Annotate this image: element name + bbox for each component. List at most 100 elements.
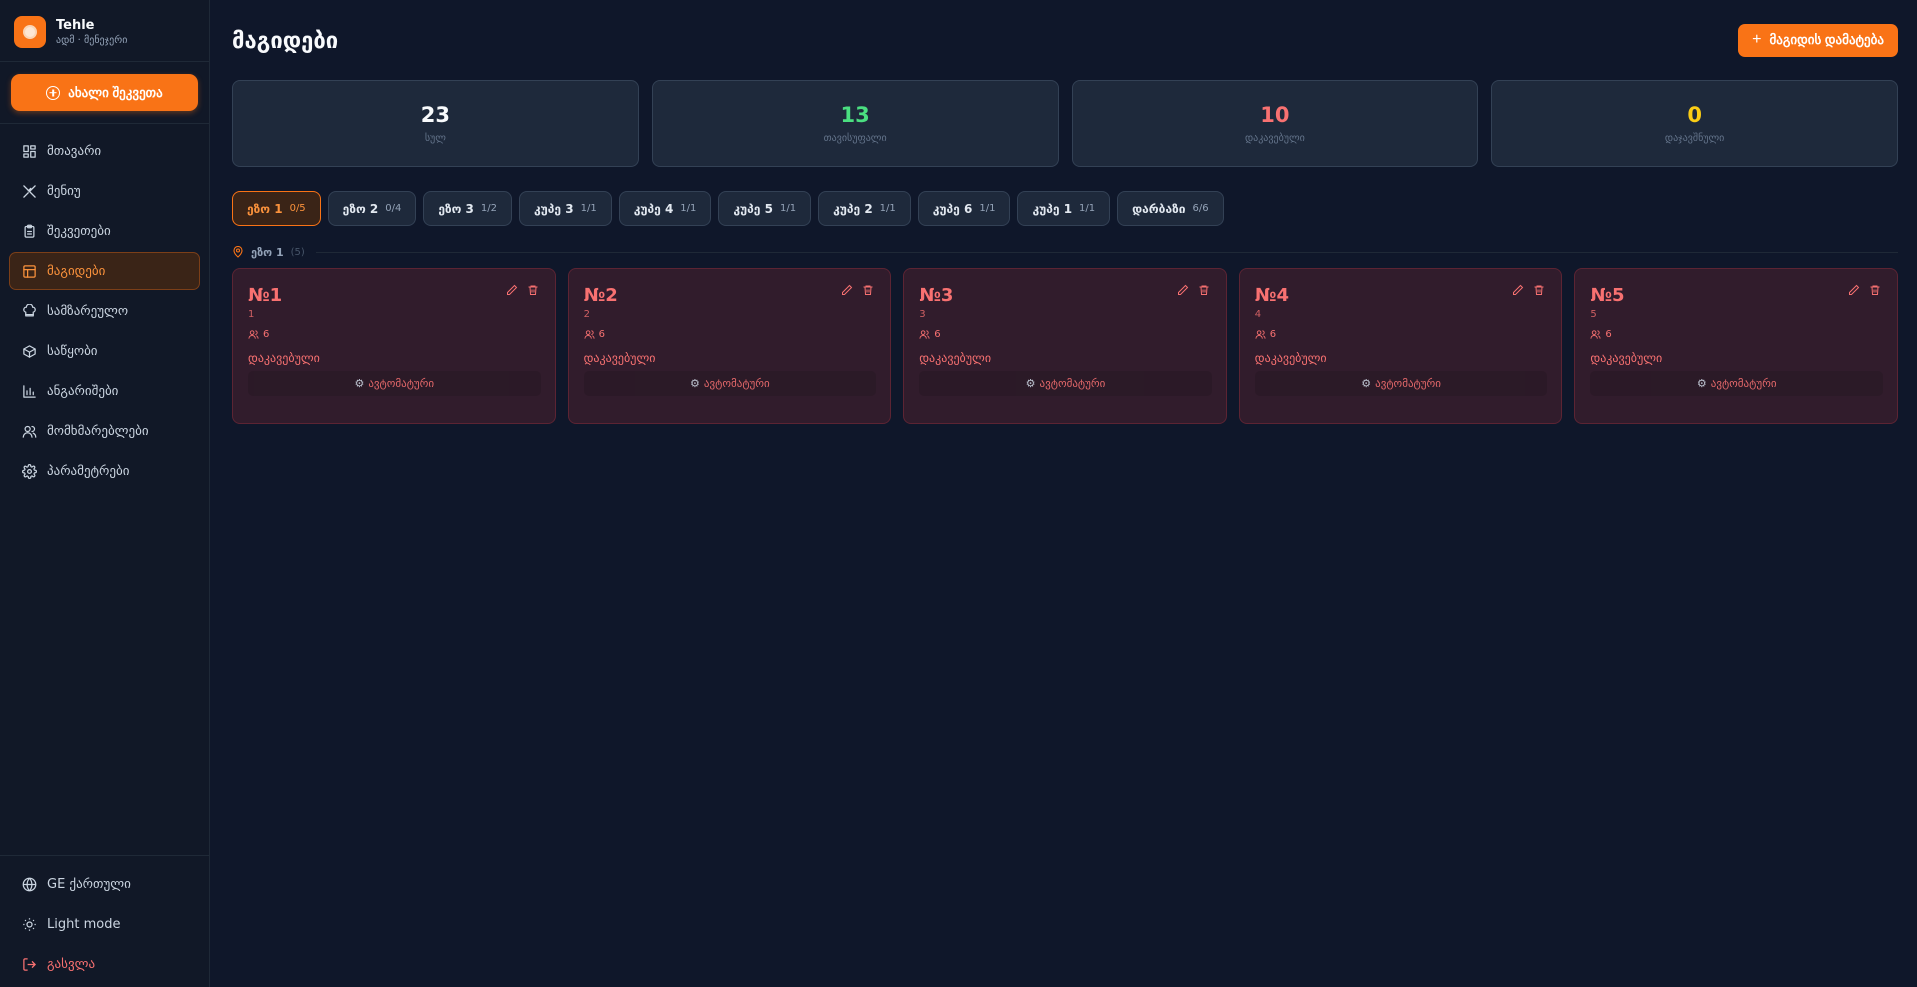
edit-icon[interactable] (1177, 284, 1189, 296)
globe-icon (22, 877, 37, 891)
table-name: №3 (919, 285, 954, 306)
table-name: №2 (583, 285, 618, 306)
area-tab[interactable]: კუპე 2 1/1 (818, 191, 911, 226)
table-name: №1 (248, 285, 283, 306)
auto-mode-label: ავტომატური (703, 377, 770, 390)
sidebar-item-8[interactable]: პარამეტრები (9, 452, 200, 490)
edit-icon[interactable] (1848, 284, 1860, 296)
users-icon (22, 425, 37, 438)
table-status: დაკავებული (248, 351, 320, 365)
logout-icon (23, 957, 37, 971)
add-table-button[interactable]: + მაგიდის დამატება (1738, 23, 1898, 57)
tab-label: დარბაზი (1132, 201, 1186, 216)
area-tab[interactable]: კუპე 6 1/1 (917, 191, 1011, 226)
new-order-label: ახალი შეკვეთა (68, 84, 163, 100)
stat-value: 10 (1260, 103, 1290, 127)
utensils-icon (23, 184, 36, 198)
tab-label: კუპე 5 (733, 201, 773, 216)
sidebar-item-7[interactable]: მომხმარებლები (9, 412, 200, 450)
area-tab[interactable]: ეზო 3 1/2 (423, 191, 513, 226)
trash-icon[interactable] (527, 284, 539, 296)
tab-label: კუპე 3 (534, 201, 574, 216)
logout-button[interactable]: გასვლა (9, 945, 200, 983)
table-seats: 6 (919, 329, 1212, 340)
box-icon (23, 344, 36, 358)
table-seats: 6 (1590, 329, 1883, 340)
page-title: მაგიდები (232, 28, 339, 54)
gear-icon: ⚙ (354, 377, 365, 390)
table-actions (1177, 284, 1210, 296)
area-tab[interactable]: ეზო 2 0/4 (327, 191, 417, 226)
area-tab[interactable]: დარბაზი 6/6 (1117, 191, 1224, 226)
table-number: 2 (583, 309, 590, 320)
page-header: მაგიდები + მაგიდის დამატება (232, 0, 1898, 80)
area-tab[interactable]: კუპე 4 1/1 (618, 191, 712, 226)
stat-value: 0 (1687, 103, 1702, 127)
table-number: 4 (1254, 309, 1262, 320)
table-card[interactable]: №1 1 6 დაკავებული ⚙ ავტომატური (232, 268, 556, 424)
sidebar-item-6[interactable]: ანგარიშები (9, 372, 200, 410)
sidebar: Tehle ადმ · მენეჯერი ახალი შეკვეთა მთავა… (0, 0, 210, 987)
sidebar-item-1[interactable]: მენიუ (9, 172, 200, 210)
sidebar-item-label: მენიუ (47, 183, 81, 199)
table-actions (1848, 284, 1881, 296)
chef-hat-icon (23, 303, 36, 316)
trash-icon[interactable] (862, 284, 874, 296)
chart-icon (23, 384, 36, 398)
section-name: ეზო 1 (251, 245, 284, 259)
sidebar-item-5[interactable]: საწყობი (9, 332, 200, 370)
stat-label: თავისუფალი (823, 133, 887, 144)
new-order-button[interactable]: ახალი შეკვეთა (11, 74, 198, 111)
edit-icon[interactable] (506, 284, 518, 296)
sidebar-item-label: შეკვეთები (47, 223, 111, 239)
area-tab[interactable]: კუპე 5 1/1 (718, 191, 812, 226)
area-tab[interactable]: ეზო 1 0/5 (232, 191, 321, 226)
stats-row: 23 სულ 13 თავისუფალი 10 დაკავებული 0 დაჯავშნული (232, 80, 1898, 167)
edit-icon[interactable] (841, 284, 853, 296)
area-tab[interactable]: კუპე 3 1/1 (519, 191, 612, 226)
table-status: დაკავებული (1590, 351, 1663, 365)
trash-icon[interactable] (1533, 284, 1545, 296)
table-card[interactable]: №4 4 6 დაკავებული ⚙ ავტომატური (1238, 268, 1563, 424)
logo-icon (14, 16, 46, 48)
theme-label: Light mode (47, 916, 121, 932)
stat-card: 23 სულ (232, 80, 639, 167)
table-number: 5 (1590, 309, 1597, 320)
map-pin-icon (232, 243, 244, 262)
sidebar-item-4[interactable]: სამზარეულო (9, 292, 200, 330)
gear-icon: ⚙ (1361, 377, 1372, 390)
auto-mode-button[interactable]: ⚙ ავტომატური (1254, 371, 1548, 396)
auto-mode-button[interactable]: ⚙ ავტომატური (248, 371, 541, 396)
area-tabs: ეზო 1 0/5 ეზო 2 0/4 ეზო 3 1/2 კუპე 3 1/1 კუპე 4 1… (232, 191, 1898, 226)
table-card[interactable]: №2 2 6 დაკავებული ⚙ ავტომატური (567, 268, 892, 424)
tab-count: 6/6 (1192, 203, 1209, 214)
section-count: (5) (290, 246, 305, 258)
language-switcher[interactable]: GE ქართული (9, 865, 200, 903)
sun-icon (23, 917, 36, 931)
trash-icon[interactable] (1869, 284, 1881, 296)
edit-icon[interactable] (1512, 284, 1524, 296)
tab-count: 1/1 (1079, 203, 1096, 214)
gear-icon: ⚙ (1025, 377, 1036, 390)
table-actions (841, 284, 874, 296)
area-tab[interactable]: კუპე 1 1/1 (1017, 191, 1111, 226)
table-card[interactable]: №3 3 6 დაკავებული ⚙ ავტომატური (903, 268, 1227, 424)
stat-card: 10 დაკავებული (1071, 80, 1479, 167)
sidebar-item-label: მომხმარებლები (47, 423, 149, 439)
brand-name: Tehle (56, 18, 95, 33)
auto-mode-label: ავტომატური (1039, 377, 1106, 390)
tab-label: ეზო 1 (247, 201, 283, 216)
sidebar-item-2[interactable]: შეკვეთები (9, 212, 200, 250)
trash-icon[interactable] (1198, 284, 1210, 296)
auto-mode-button[interactable]: ⚙ ავტომატური (919, 371, 1212, 396)
gear-icon: ⚙ (690, 377, 700, 390)
auto-mode-button[interactable]: ⚙ ავტომატური (583, 371, 877, 396)
auto-mode-button[interactable]: ⚙ ავტომატური (1590, 371, 1883, 396)
table-name: №4 (1254, 285, 1289, 306)
theme-toggle[interactable]: Light mode (9, 905, 200, 943)
sidebar-item-0[interactable]: მთავარი (9, 132, 200, 170)
table-number: 3 (919, 309, 926, 320)
table-card[interactable]: №5 5 6 დაკავებული ⚙ ავტომატური (1574, 268, 1898, 424)
table-actions (506, 284, 539, 296)
sidebar-item-3[interactable]: მაგიდები (9, 252, 200, 290)
